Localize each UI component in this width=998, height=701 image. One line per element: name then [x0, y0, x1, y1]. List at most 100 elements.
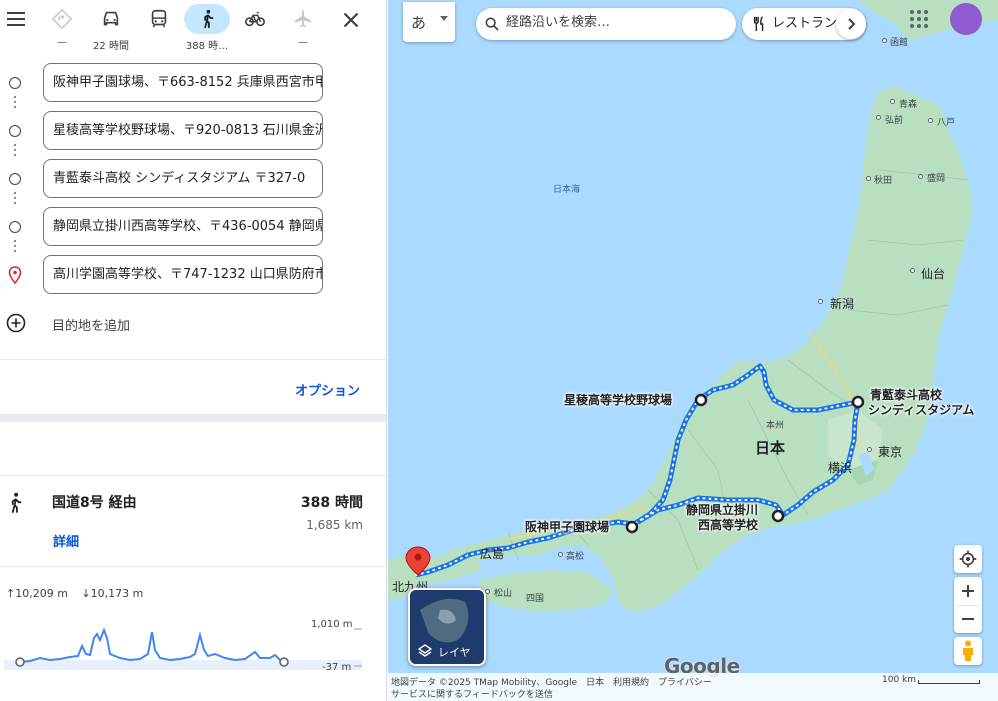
waypoint-4-input[interactable]: 静岡県立掛川西高等学校、〒436-0054 静岡県掛川市: [43, 207, 323, 246]
mode-walk-label: 388 時…: [185, 41, 229, 52]
elevation-descent: 10,173 m: [90, 587, 144, 600]
map-label-sea-of-japan: 日本海: [553, 185, 581, 195]
map-label-hakodate[interactable]: 函館: [890, 35, 908, 48]
divider: [0, 359, 386, 360]
restaurant-chip-label: レストラン: [772, 16, 838, 31]
my-location-button[interactable]: [954, 545, 982, 573]
map-label-hiroshima[interactable]: 広島: [480, 545, 504, 562]
destination-pin-icon: [8, 266, 22, 284]
elevation-min-label: -37 m: [322, 662, 352, 673]
map-label-tokyo[interactable]: 東京: [878, 443, 902, 460]
divider: [0, 566, 386, 567]
menu-button[interactable]: [6, 8, 28, 30]
map-label-sendai[interactable]: 仙台: [921, 265, 945, 282]
search-along-route[interactable]: [476, 8, 736, 40]
route-details-link[interactable]: 詳細: [53, 531, 79, 550]
chevron-right-icon: [848, 18, 856, 30]
map-label-seirantaito-line1[interactable]: 青藍泰斗高校: [870, 388, 942, 402]
map-label-seirantaito-line2[interactable]: シンディスタジアム: [868, 403, 974, 417]
input-method-button[interactable]: あ: [403, 2, 455, 42]
add-destination-button[interactable]: 目的地を追加: [6, 312, 206, 336]
mode-bike-button[interactable]: [232, 4, 278, 52]
map-label-takamatsu[interactable]: 高松: [566, 549, 584, 562]
waypoint-2-marker-icon: [9, 125, 21, 137]
map-footer: 地図データ ©2025 TMap Mobility、Google 日本 利用規約…: [388, 673, 998, 701]
travel-mode-bar: — 22 時間 388 時… —: [0, 0, 386, 56]
account-avatar[interactable]: [950, 3, 982, 35]
mode-transit-button[interactable]: [136, 4, 182, 52]
city-dot-icon: [910, 268, 915, 273]
mode-drive-button[interactable]: 22 時間: [88, 4, 134, 52]
city-dot-icon: [928, 118, 933, 123]
city-dot-icon: [818, 299, 823, 304]
mode-walk-button[interactable]: 388 時…: [184, 4, 230, 52]
city-dot-icon: [918, 174, 923, 179]
route-via-label: 国道8号 経由: [52, 495, 137, 511]
send-feedback-link[interactable]: サービスに関するフィードバックを送信: [391, 687, 553, 700]
city-dot-icon: [890, 99, 895, 104]
waypoint-3-marker-icon: [9, 173, 21, 185]
zoom-out-button[interactable]: [960, 611, 976, 627]
waypoint-drag-handle-icon[interactable]: [14, 144, 16, 159]
transit-icon: [151, 9, 167, 28]
seirantaito-marker-icon[interactable]: [851, 395, 865, 409]
elevation-profile-chart: 1,010 m -37 m: [0, 610, 386, 690]
route-duration: 388 時間: [300, 495, 363, 511]
chevron-down-icon: [440, 16, 448, 21]
search-icon: [485, 17, 499, 31]
map-label-kakegawa-line2[interactable]: 西高等学校: [698, 518, 758, 532]
add-destination-label: 目的地を追加: [52, 319, 131, 334]
map-label-morioka[interactable]: 盛岡: [927, 171, 945, 184]
apps-grid-icon: [910, 10, 928, 28]
map-label-matsuyama[interactable]: 松山: [494, 586, 512, 599]
map-label-yokohama[interactable]: 横浜: [828, 459, 852, 476]
map-label-japan[interactable]: 日本: [755, 437, 785, 458]
waypoint-3-input[interactable]: 青藍泰斗高校 シンディスタジアム 〒327-0: [43, 159, 323, 198]
zoom-in-button[interactable]: [960, 583, 976, 599]
map-label-kakegawa-line1[interactable]: 静岡県立掛川: [686, 503, 758, 517]
waypoint-2-input[interactable]: 星稜高等学校野球場、〒920-0813 石川県金沢市: [43, 111, 323, 150]
city-dot-icon: [866, 176, 871, 181]
seiryo-marker-icon[interactable]: [694, 393, 708, 407]
add-circle-icon: [6, 313, 26, 333]
mode-drive-label: 22 時間: [93, 41, 129, 52]
mode-best-label: —: [57, 37, 67, 48]
mode-flight-label: —: [298, 37, 308, 48]
google-apps-button[interactable]: [908, 8, 930, 30]
map-label-akita[interactable]: 秋田: [874, 173, 892, 186]
zoom-controls: [954, 577, 982, 633]
mode-flight-button[interactable]: —: [280, 4, 326, 52]
street-view-pegman-button[interactable]: [954, 637, 982, 665]
layers-label: レイヤ: [438, 646, 471, 659]
route-option-card[interactable]: 国道8号 経由 388 時間 1,685 km 詳細: [0, 476, 386, 566]
map-label-koshien[interactable]: 阪神甲子園球場: [525, 520, 609, 534]
map-label-hirosaki[interactable]: 弘前: [885, 113, 903, 126]
map-label-seiryo[interactable]: 星稜高等学校野球場: [564, 393, 672, 407]
waypoint-drag-handle-icon[interactable]: [14, 240, 16, 255]
layers-button[interactable]: レイヤ: [408, 588, 486, 666]
waypoint-1-marker-icon: [9, 77, 21, 89]
search-along-route-input[interactable]: [506, 15, 726, 30]
mode-best-button[interactable]: —: [39, 4, 85, 52]
layers-icon: [418, 644, 432, 657]
map-label-hachinohe[interactable]: 八戸: [937, 115, 955, 128]
zoom-divider: [958, 605, 978, 606]
map-scale-bar: [918, 680, 980, 684]
koshien-marker-icon[interactable]: [625, 520, 639, 534]
pegman-icon: [963, 640, 973, 661]
waypoint-drag-handle-icon[interactable]: [14, 96, 16, 111]
options-button[interactable]: オプション: [295, 380, 360, 399]
car-icon: [103, 11, 119, 26]
map-label-niigata[interactable]: 新潟: [830, 295, 854, 312]
waypoint-5-input[interactable]: 高川学園高等学校、〒747-1232 山口県防府市: [43, 255, 323, 294]
chips-scroll-right-button[interactable]: [836, 9, 866, 39]
city-dot-icon: [867, 447, 872, 452]
map-scale-label[interactable]: 100 km: [882, 675, 916, 685]
waypoint-1-input[interactable]: 阪神甲子園球場、〒663-8152 兵庫県西宮市甲子園町1-82: [43, 63, 323, 102]
kakegawa-marker-icon[interactable]: [771, 509, 785, 523]
map-canvas[interactable]: 函館 青森 弘前 八戸 日本海 秋田 盛岡 仙台 新潟 本州 日本 東京 横浜 …: [388, 0, 998, 701]
close-directions-button[interactable]: [338, 7, 364, 33]
map-label-aomori[interactable]: 青森: [899, 97, 917, 110]
directions-panel: — 22 時間 388 時… — 阪神甲子園球場、〒663-8152 兵庫県西宮…: [0, 0, 387, 701]
waypoint-drag-handle-icon[interactable]: [14, 192, 16, 207]
